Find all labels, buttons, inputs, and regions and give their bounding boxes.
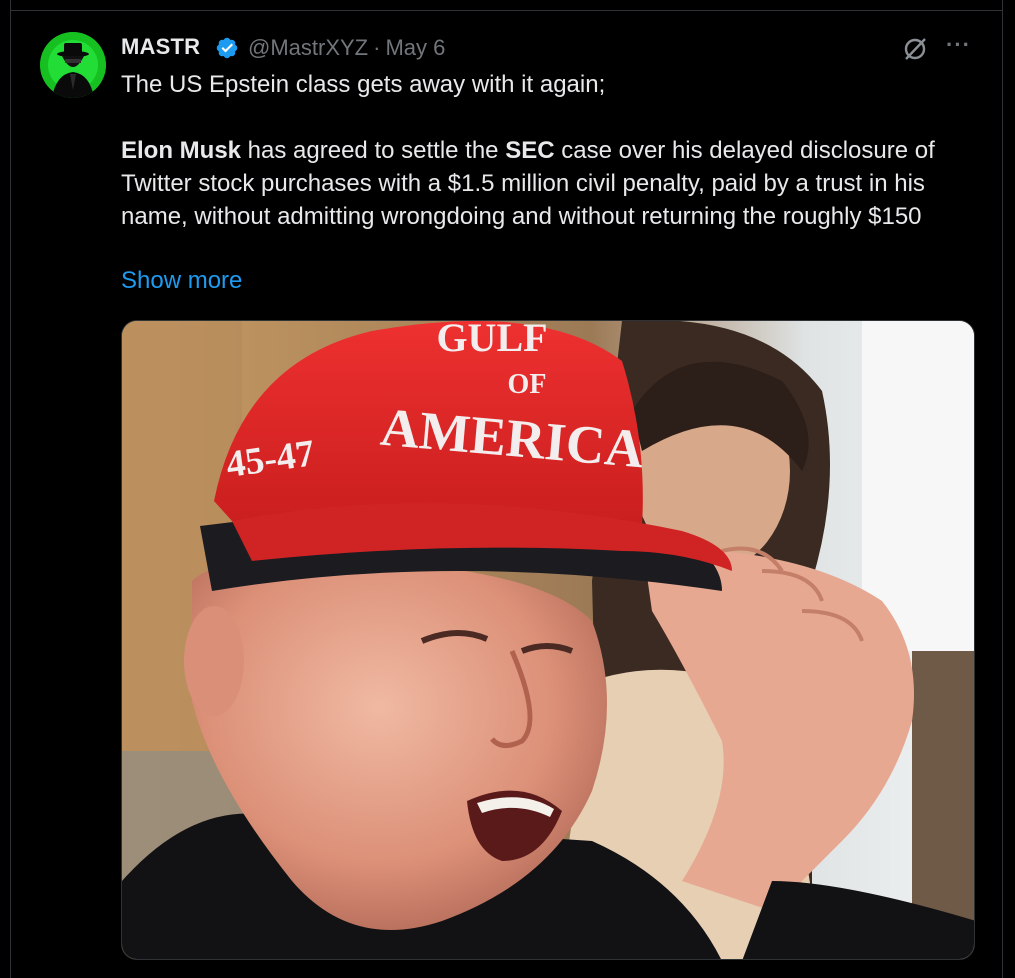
hat-text-gulf: GULF <box>436 321 547 360</box>
show-more-link[interactable]: Show more <box>121 267 242 295</box>
avatar-image <box>40 32 106 98</box>
meta-separator: · <box>373 35 381 60</box>
post-media-image[interactable]: GULF OF AMERICA 45-47 <box>121 320 975 960</box>
post-text-bold-sec: SEC <box>505 137 555 164</box>
post-text: The US Epstein class gets away with it a… <box>121 68 981 233</box>
more-options-icon[interactable]: ··· <box>946 32 971 58</box>
hat-text-of: OF <box>508 369 547 400</box>
verified-badge-icon[interactable] <box>215 36 239 60</box>
divider <box>10 10 1003 11</box>
photo-musk-hat: GULF OF AMERICA 45-47 <box>122 321 974 959</box>
author-name[interactable]: MASTR <box>121 34 200 60</box>
avatar[interactable] <box>40 32 106 98</box>
grok-icon[interactable] <box>900 34 930 64</box>
post-text-line1: The US Epstein class gets away with it a… <box>121 71 606 98</box>
post-date[interactable]: May 6 <box>385 35 445 60</box>
post-text-bold-elon: Elon Musk <box>121 137 242 164</box>
author-meta: @MastrXYZ · May 6 <box>248 35 445 61</box>
post-text-part1: has agreed to settle the <box>241 137 506 164</box>
author-handle[interactable]: @MastrXYZ <box>248 35 368 60</box>
